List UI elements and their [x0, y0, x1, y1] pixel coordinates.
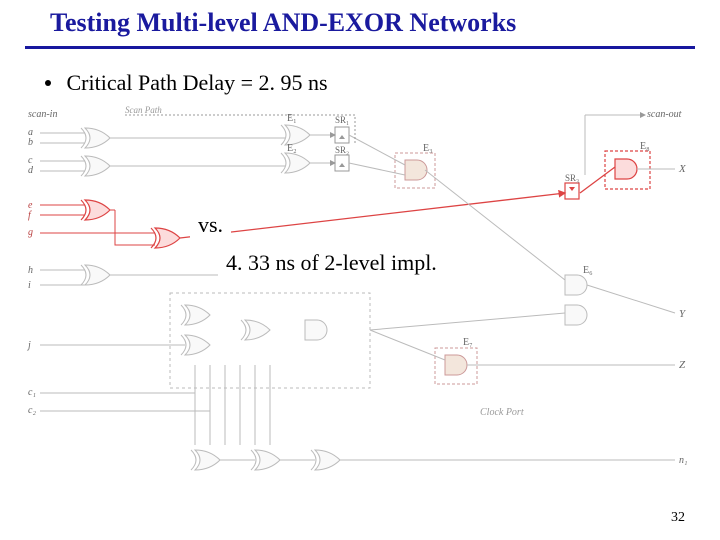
sr1: SR₁: [335, 115, 349, 125]
input-g: g: [28, 227, 33, 238]
critical-path-bullet: Critical Path Delay = 2. 95 ns: [45, 70, 328, 96]
input-c1: c₁: [28, 387, 36, 398]
output-y: Y: [679, 308, 687, 320]
circuit-diagram: scan-in a b c d e f g h i j c₁ c₂ E₁ E₂ …: [25, 105, 695, 505]
label-scan-out: scan-out: [647, 109, 682, 120]
page-number: 32: [671, 510, 685, 526]
input-d: d: [28, 165, 34, 176]
gate-e1: E₁: [287, 113, 297, 124]
sr2: SR₂: [335, 145, 349, 155]
vs-label: vs.: [190, 212, 231, 238]
second-delay-text: 4. 33 ns of 2-level impl.: [218, 248, 445, 278]
input-h: h: [28, 265, 33, 276]
label-scan-path: Scan Path: [125, 105, 162, 115]
slide-title: Testing Multi-level AND-EXOR Networks: [50, 8, 516, 38]
input-n1: n₁: [679, 455, 687, 466]
output-z: Z: [679, 359, 686, 371]
output-x: X: [678, 163, 687, 175]
gate-e7: E₇: [463, 337, 473, 348]
input-c2: c₂: [28, 405, 36, 416]
gate-e2: E₂: [287, 143, 297, 154]
input-j: j: [26, 340, 31, 351]
gate-e6: E₆: [583, 265, 593, 276]
gate-e8: E₈: [640, 141, 650, 152]
title-underline: [25, 46, 695, 49]
label-scan-in: scan-in: [28, 109, 57, 120]
input-f: f: [28, 210, 32, 221]
critical-path-text: Critical Path Delay = 2. 95 ns: [67, 70, 328, 95]
label-clock-port: Clock Port: [480, 407, 524, 418]
sr3: SR₃: [565, 173, 579, 183]
gate-e3: E₃: [423, 143, 433, 154]
bullet-dot-icon: [45, 80, 51, 86]
input-b: b: [28, 137, 33, 148]
input-i: i: [28, 280, 31, 291]
